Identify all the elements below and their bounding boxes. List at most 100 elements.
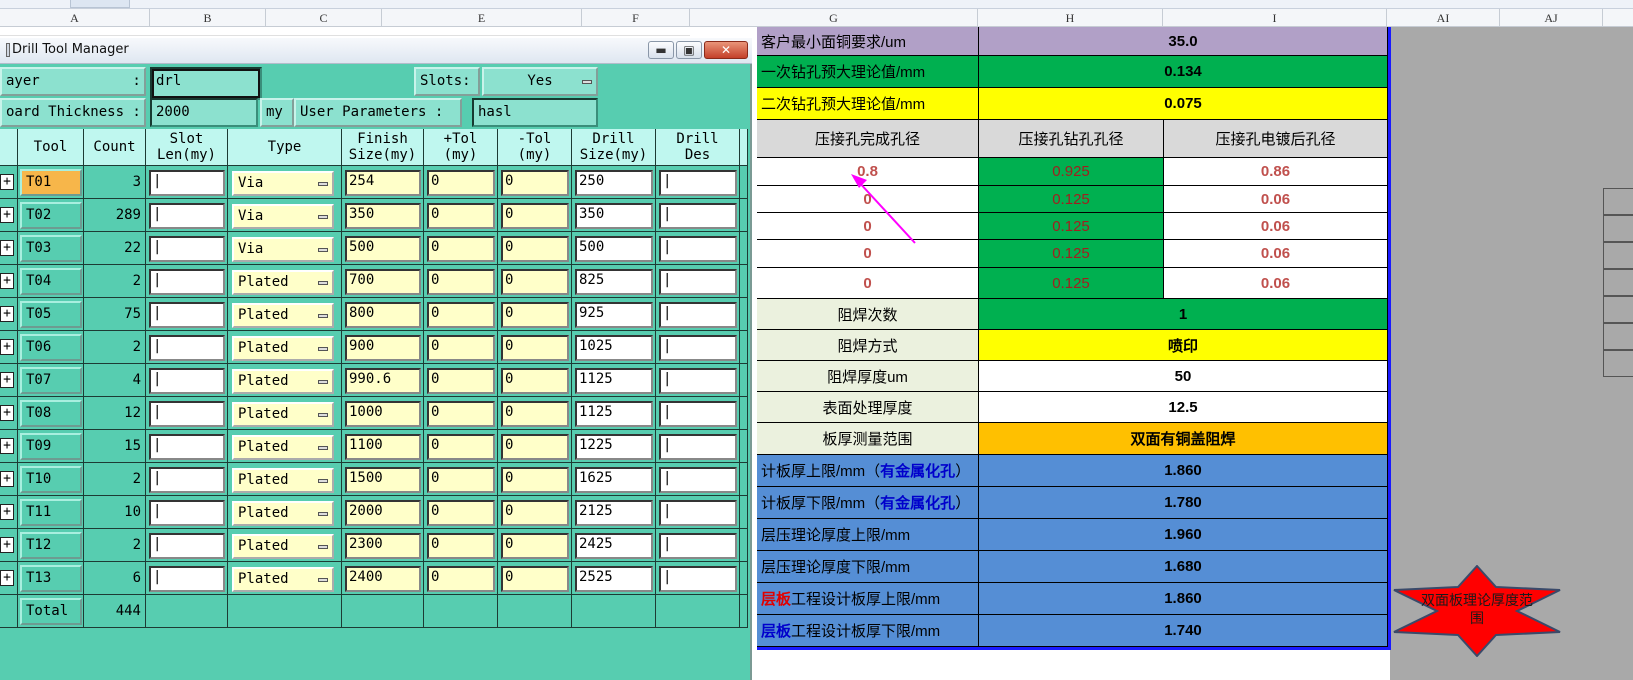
drill-des-input[interactable]: | (659, 269, 737, 295)
drill-size-input[interactable]: 1025 (575, 335, 653, 361)
cell-value[interactable]: 1.740 (979, 615, 1388, 647)
press-plated-cell[interactable]: 0.06 (1164, 186, 1388, 213)
press-drill-cell[interactable]: 0.125 (979, 213, 1164, 240)
cell-value[interactable]: 1.960 (979, 519, 1388, 551)
tool-button[interactable]: T04 (20, 268, 82, 295)
column-header-f[interactable]: F (582, 9, 690, 27)
cell-label[interactable]: 层板 工程设计板厚下限/mm (757, 615, 979, 647)
cell-value[interactable]: 1 (979, 299, 1388, 330)
plus-tol-input[interactable]: 0 (427, 533, 495, 559)
cell-label[interactable]: 计板厚上限/mm（ 有金属化孔） (757, 455, 979, 487)
header-drill-size[interactable]: Drill Size(my) (572, 129, 656, 166)
cell-label[interactable]: 计板厚下限/mm（ 有金属化孔） (757, 487, 979, 519)
minus-tol-input[interactable]: 0 (501, 500, 569, 526)
press-plated-cell[interactable]: 0.86 (1164, 158, 1388, 186)
tool-button[interactable]: T08 (20, 400, 82, 427)
cell-label[interactable]: 二次钻孔预大理论值/mm (757, 88, 979, 120)
cell-label[interactable]: 阻焊厚度um (757, 361, 979, 392)
minus-tol-input[interactable]: 0 (501, 236, 569, 262)
expand-icon[interactable]: + (0, 537, 14, 553)
header-slot-len[interactable]: Slot Len(my) (146, 129, 228, 166)
header-count[interactable]: Count (84, 129, 146, 166)
expand-icon[interactable]: + (0, 438, 14, 454)
expand-icon[interactable]: + (0, 306, 14, 322)
cell-value[interactable]: 1.860 (979, 583, 1388, 615)
drill-des-input[interactable]: | (659, 368, 737, 394)
expand-icon[interactable]: + (0, 273, 14, 289)
tool-button[interactable]: T07 (20, 367, 82, 394)
type-dropdown[interactable]: Via (232, 237, 334, 262)
tool-button[interactable]: T13 (20, 565, 82, 592)
type-dropdown[interactable]: Plated (232, 435, 334, 460)
drill-size-input[interactable]: 1225 (575, 434, 653, 460)
drill-size-input[interactable]: 825 (575, 269, 653, 295)
slot-len-input[interactable]: | (149, 368, 225, 394)
minus-tol-input[interactable]: 0 (501, 302, 569, 328)
drill-size-input[interactable]: 350 (575, 203, 653, 229)
plus-tol-input[interactable]: 0 (427, 236, 495, 262)
type-dropdown[interactable]: Plated (232, 468, 334, 493)
slot-len-input[interactable]: | (149, 566, 225, 592)
plus-tol-input[interactable]: 0 (427, 500, 495, 526)
column-header-ai[interactable]: AI (1387, 9, 1500, 27)
finish-size-input[interactable]: 900 (345, 335, 421, 361)
drill-des-input[interactable]: | (659, 335, 737, 361)
column-header-b[interactable]: B (150, 9, 266, 27)
plus-tol-input[interactable]: 0 (427, 401, 495, 427)
plus-tol-input[interactable]: 0 (427, 203, 495, 229)
drill-des-input[interactable]: | (659, 467, 737, 493)
expand-icon[interactable]: + (0, 207, 14, 223)
cell-label[interactable]: 阻焊次数 (757, 299, 979, 330)
column-header-h[interactable]: H (978, 9, 1163, 27)
finish-size-input[interactable]: 350 (345, 203, 421, 229)
total-button[interactable]: Total (20, 598, 82, 625)
minus-tol-input[interactable]: 0 (501, 533, 569, 559)
slots-dropdown[interactable]: Yes (482, 67, 598, 96)
tool-button[interactable]: T01 (20, 169, 82, 196)
press-plated-cell[interactable]: 0.06 (1164, 240, 1388, 268)
finish-size-input[interactable]: 2000 (345, 500, 421, 526)
drill-des-input[interactable]: | (659, 500, 737, 526)
user-parameters-field[interactable]: hasl (472, 98, 598, 127)
slot-len-input[interactable]: | (149, 236, 225, 262)
plus-tol-input[interactable]: 0 (427, 368, 495, 394)
tool-button[interactable]: T09 (20, 433, 82, 460)
finish-size-input[interactable]: 990.6 (345, 368, 421, 394)
maximize-button[interactable]: ▣ (676, 41, 702, 59)
column-header-aj[interactable]: AJ (1500, 9, 1603, 27)
press-drill-cell[interactable]: 0.125 (979, 240, 1164, 268)
finish-size-input[interactable]: 2300 (345, 533, 421, 559)
cell-label[interactable]: 层压理论厚度上限/mm (757, 519, 979, 551)
cell-label[interactable]: 阻焊方式 (757, 330, 979, 361)
plus-tol-input[interactable]: 0 (427, 434, 495, 460)
drill-des-input[interactable]: | (659, 533, 737, 559)
cell-value[interactable]: 1.780 (979, 487, 1388, 519)
thickness-field[interactable]: 2000 (150, 98, 258, 127)
column-header-g[interactable]: G (690, 9, 978, 27)
drill-des-input[interactable]: | (659, 401, 737, 427)
layer-field[interactable]: drl (150, 67, 262, 100)
finish-size-input[interactable]: 1100 (345, 434, 421, 460)
tool-button[interactable]: T05 (20, 301, 82, 328)
plus-tol-input[interactable]: 0 (427, 335, 495, 361)
tool-button[interactable]: T03 (20, 235, 82, 262)
header-tool[interactable]: Tool (18, 129, 84, 166)
arrow-annotation[interactable] (845, 168, 925, 248)
slot-len-input[interactable]: | (149, 335, 225, 361)
column-header-i[interactable]: I (1163, 9, 1387, 27)
cell-label[interactable]: 板厚测量范围 (757, 423, 979, 455)
header-press-finish[interactable]: 压接孔完成孔径 (757, 120, 979, 158)
expand-icon[interactable]: + (0, 471, 14, 487)
drill-size-input[interactable]: 2525 (575, 566, 653, 592)
column-header-c[interactable]: C (266, 9, 382, 27)
cell-label[interactable]: 客户最小面铜要求/um (757, 27, 979, 56)
slot-len-input[interactable]: | (149, 500, 225, 526)
minus-tol-input[interactable]: 0 (501, 203, 569, 229)
drill-size-input[interactable]: 1125 (575, 368, 653, 394)
minus-tol-input[interactable]: 0 (501, 368, 569, 394)
column-header-e[interactable]: E (382, 9, 582, 27)
press-drill-cell[interactable]: 0.125 (979, 268, 1164, 299)
minus-tol-input[interactable]: 0 (501, 269, 569, 295)
minimize-button[interactable]: ▬ (648, 41, 674, 59)
slot-len-input[interactable]: | (149, 203, 225, 229)
